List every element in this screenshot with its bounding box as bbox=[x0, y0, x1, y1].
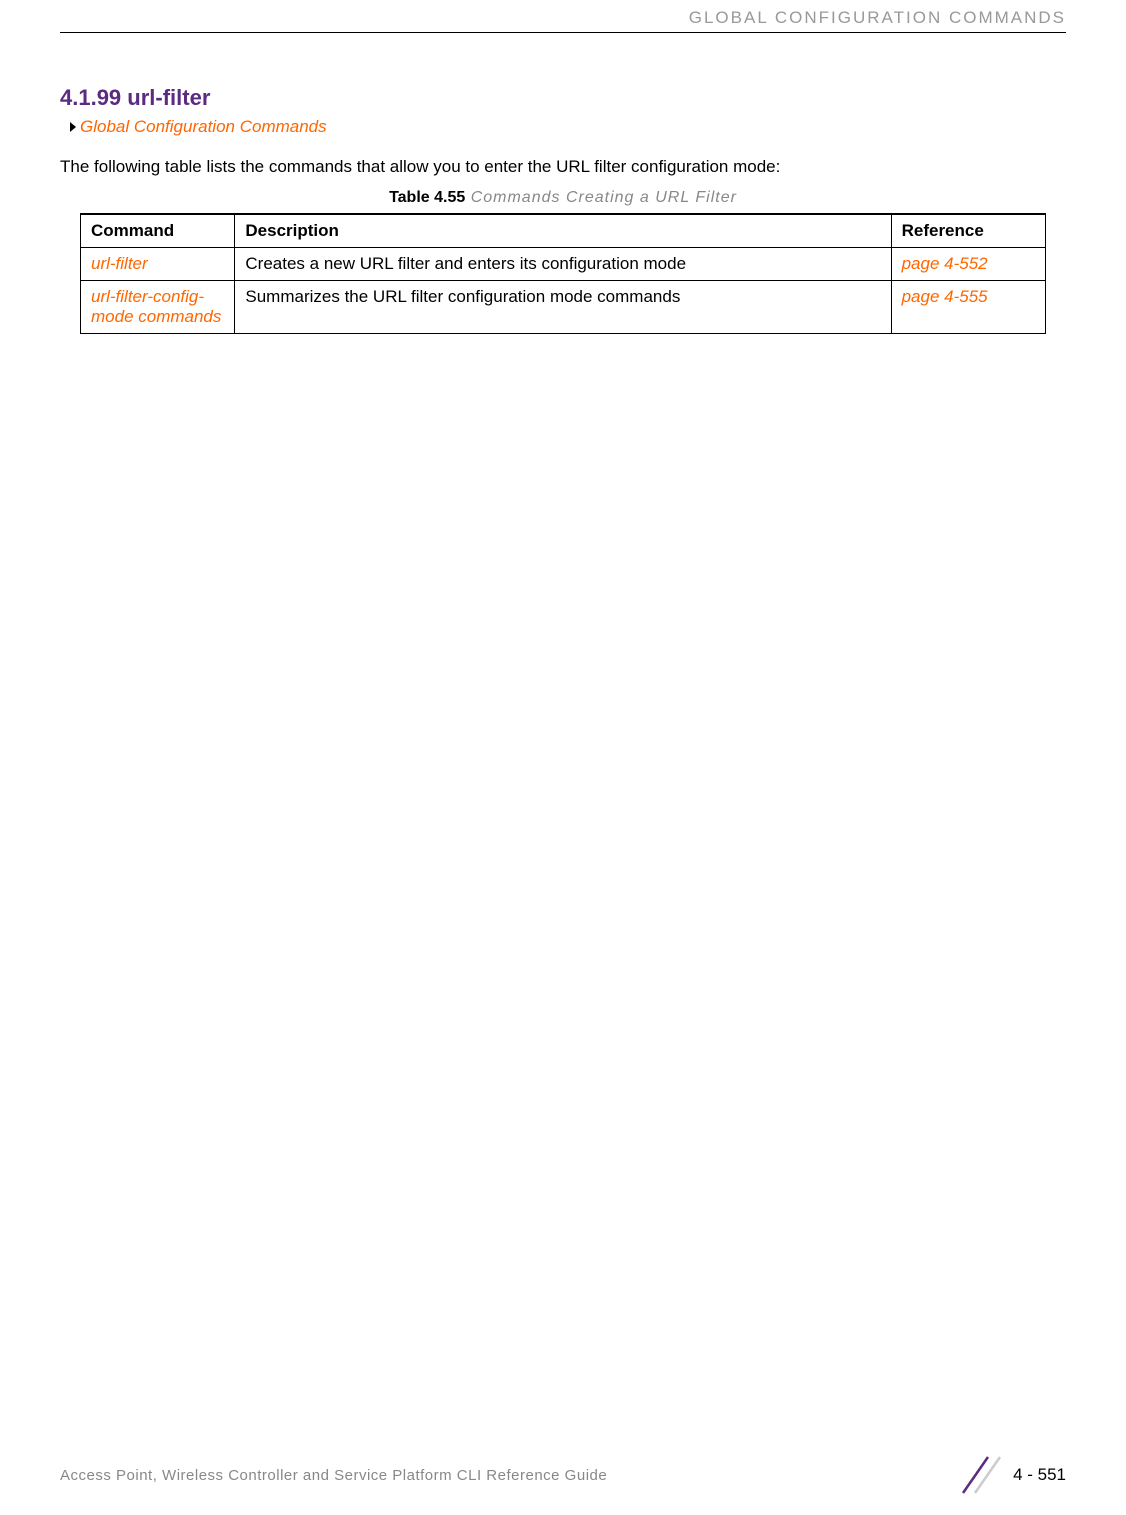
page-footer: Access Point, Wireless Controller and Se… bbox=[60, 1455, 1066, 1495]
table-header-reference: Reference bbox=[891, 214, 1045, 248]
main-content: 4.1.99 url-filter Global Configuration C… bbox=[60, 85, 1066, 334]
commands-table: Command Description Reference url-filter… bbox=[80, 213, 1046, 334]
footer-accent-icon bbox=[953, 1455, 1003, 1495]
table-row: url-filter-config-mode commands Summariz… bbox=[81, 280, 1046, 333]
section-heading: 4.1.99 url-filter bbox=[60, 85, 1066, 111]
reference-cell[interactable]: page 4-552 bbox=[891, 247, 1045, 280]
description-cell: Creates a new URL filter and enters its … bbox=[235, 247, 891, 280]
page-number: 4 - 551 bbox=[1013, 1465, 1066, 1485]
footer-guide-title: Access Point, Wireless Controller and Se… bbox=[60, 1467, 607, 1484]
reference-cell[interactable]: page 4-555 bbox=[891, 280, 1045, 333]
breadcrumb: Global Configuration Commands bbox=[70, 117, 1066, 137]
header-section-label: GLOBAL CONFIGURATION COMMANDS bbox=[689, 8, 1066, 28]
table-caption-number: Table 4.55 bbox=[389, 189, 465, 206]
triangle-right-icon bbox=[70, 122, 76, 132]
table-header-command: Command bbox=[81, 214, 235, 248]
command-cell[interactable]: url-filter-config-mode commands bbox=[81, 280, 235, 333]
table-header-row: Command Description Reference bbox=[81, 214, 1046, 248]
table-caption-title: Commands Creating a URL Filter bbox=[465, 189, 737, 206]
header-rule bbox=[60, 32, 1066, 33]
footer-right: 4 - 551 bbox=[953, 1455, 1066, 1495]
intro-paragraph: The following table lists the commands t… bbox=[60, 155, 1066, 179]
table-caption: Table 4.55 Commands Creating a URL Filte… bbox=[60, 189, 1066, 207]
table-header-description: Description bbox=[235, 214, 891, 248]
breadcrumb-link[interactable]: Global Configuration Commands bbox=[80, 117, 327, 137]
command-cell[interactable]: url-filter bbox=[81, 247, 235, 280]
description-cell: Summarizes the URL filter configuration … bbox=[235, 280, 891, 333]
table-row: url-filter Creates a new URL filter and … bbox=[81, 247, 1046, 280]
